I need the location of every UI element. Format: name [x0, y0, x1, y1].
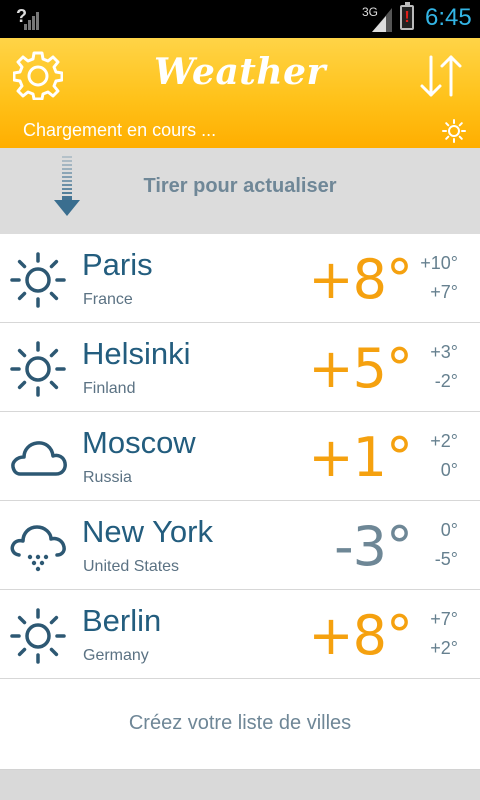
country-name: France — [83, 291, 133, 308]
city-list: Paris France +8° +10° +7° Helsinki Finla… — [0, 234, 480, 770]
city-row-new-york[interactable]: New York United States -3° 0° -5° — [0, 501, 480, 590]
high-temp: +7° — [430, 609, 458, 629]
city-row-berlin[interactable]: Berlin Germany +8° +7° +2° — [0, 590, 480, 679]
country-name: Germany — [83, 647, 149, 664]
sun-icon — [10, 341, 66, 397]
battery-warning: ! — [404, 9, 410, 26]
city-name: Moscow — [82, 425, 196, 460]
status-bar: ? 3G ! 6:45 — [0, 0, 480, 38]
current-temp: +5° — [308, 337, 413, 400]
current-temp: +1° — [308, 426, 413, 489]
app-title: Weather — [154, 51, 326, 93]
city-name: Berlin — [82, 603, 162, 638]
pull-to-refresh[interactable]: Tirer pour actualiser — [0, 148, 480, 234]
high-temp: +3° — [430, 342, 458, 362]
city-name: Paris — [82, 247, 153, 282]
sort-arrows-icon[interactable] — [418, 53, 464, 99]
high-temp: +10° — [420, 253, 458, 273]
city-row-paris[interactable]: Paris France +8° +10° +7° — [0, 234, 480, 323]
low-temp: -2° — [434, 371, 458, 391]
loading-status: Chargement en cours ... — [23, 120, 217, 140]
loading-sun-icon — [442, 119, 466, 143]
low-temp: 0° — [440, 460, 458, 480]
country-name: United States — [83, 558, 180, 575]
create-city-list-button[interactable]: Créez votre liste de villes — [0, 679, 480, 770]
signal-icon — [24, 12, 39, 30]
app-header: Weather Chargement en cours ... — [0, 38, 480, 148]
cell-signal-icon — [372, 8, 392, 32]
create-city-list-label: Créez votre liste de villes — [128, 712, 352, 734]
city-row-helsinki[interactable]: Helsinki Finland +5° +3° -2° — [0, 323, 480, 412]
clock: 6:45 — [425, 4, 472, 31]
current-temp: -3° — [334, 515, 413, 578]
country-name: Russia — [83, 469, 132, 486]
current-temp: +8° — [308, 248, 413, 311]
footer-area — [0, 770, 480, 800]
city-name: Helsinki — [82, 336, 191, 371]
battery-icon: ! — [400, 2, 414, 30]
current-temp: +8° — [308, 604, 413, 667]
city-name: New York — [82, 514, 213, 549]
snow-cloud-icon — [10, 525, 66, 572]
high-temp: 0° — [440, 520, 458, 540]
low-temp: +7° — [430, 282, 458, 302]
low-temp: +2° — [430, 638, 458, 658]
sun-icon — [10, 608, 66, 664]
pull-refresh-label: Tirer pour actualiser — [143, 175, 337, 197]
country-name: Finland — [83, 380, 136, 397]
sun-icon — [10, 252, 66, 308]
city-row-moscow[interactable]: Moscow Russia +1° +2° 0° — [0, 412, 480, 501]
low-temp: -5° — [434, 549, 458, 569]
cloud-icon — [11, 441, 67, 476]
high-temp: +2° — [430, 431, 458, 451]
